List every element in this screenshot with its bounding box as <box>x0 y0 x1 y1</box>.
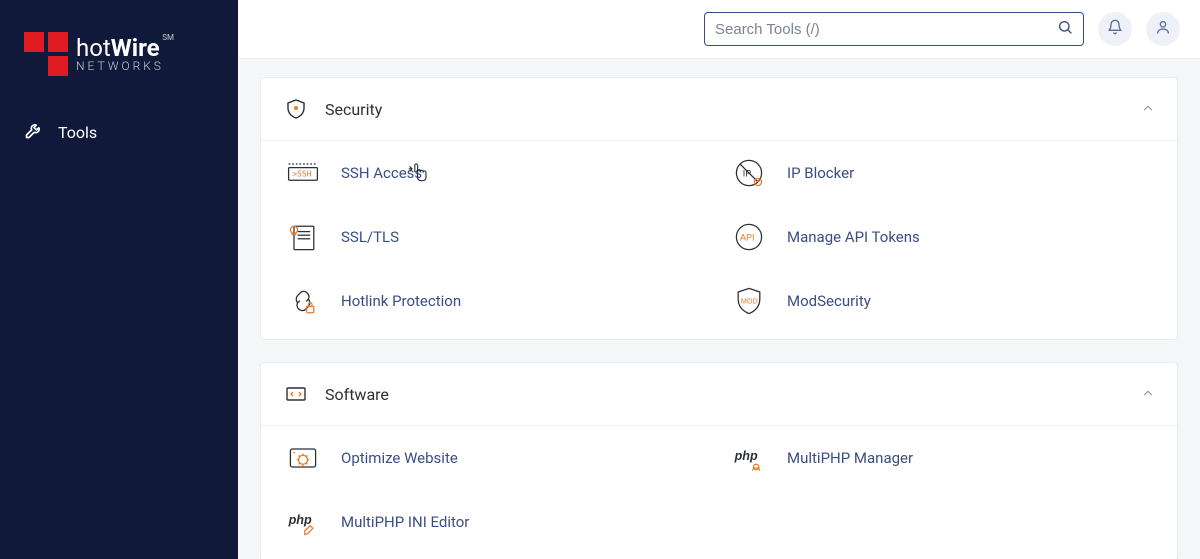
tool-optimize-website[interactable]: Optimize Website <box>283 438 709 478</box>
tool-label: Hotlink Protection <box>341 292 461 310</box>
svg-text:php: php <box>288 513 312 527</box>
brand-subtitle: NETWORKS <box>76 60 164 72</box>
chevron-up-icon[interactable] <box>1141 385 1155 404</box>
account-button[interactable] <box>1146 12 1180 46</box>
ssh-terminal-icon: >SSH <box>283 153 323 193</box>
svg-text:IP: IP <box>743 169 752 179</box>
tool-label: SSH Access <box>341 164 422 182</box>
content-area: Security >SSH SSH Access I <box>238 59 1200 559</box>
tool-label: Manage API Tokens <box>787 228 920 246</box>
php-manager-icon: php <box>729 438 769 478</box>
tool-ssh-access[interactable]: >SSH SSH Access <box>283 153 709 193</box>
tools-icon <box>24 120 44 144</box>
brand-name-second: Wire <box>111 34 160 62</box>
main: Security >SSH SSH Access I <box>238 0 1200 559</box>
tool-ssl-tls[interactable]: SSL/TLS <box>283 217 709 257</box>
modsecurity-shield-icon: MOD <box>729 281 769 321</box>
logo-mark <box>24 32 68 76</box>
api-circle-icon: API <box>729 217 769 257</box>
panel-title: Software <box>325 385 389 404</box>
tool-hotlink-protection[interactable]: Hotlink Protection <box>283 281 709 321</box>
hotlink-chain-icon <box>283 281 323 321</box>
nav-item-tools[interactable]: Tools <box>0 106 238 158</box>
panel-header-security[interactable]: Security <box>261 78 1177 141</box>
panel-body-security: >SSH SSH Access IP IP Blocker <box>261 141 1177 339</box>
svg-text:API: API <box>740 233 755 243</box>
tool-modsecurity[interactable]: MOD ModSecurity <box>729 281 1155 321</box>
tool-ip-blocker[interactable]: IP IP Blocker <box>729 153 1155 193</box>
tool-label: MultiPHP Manager <box>787 449 913 467</box>
bell-icon <box>1107 19 1123 39</box>
ssl-certificate-icon <box>283 217 323 257</box>
panel-security: Security >SSH SSH Access I <box>260 77 1178 340</box>
brand-name-first: hot <box>76 34 111 62</box>
panel-title: Security <box>325 100 382 119</box>
panel-header-software[interactable]: Software <box>261 363 1177 426</box>
svg-text:php: php <box>734 449 758 463</box>
tool-label: SSL/TLS <box>341 228 399 246</box>
panel-software: Software Optimize Website php MultiPHP <box>260 362 1178 559</box>
topbar <box>238 0 1200 59</box>
tool-label: Optimize Website <box>341 449 458 467</box>
tool-label: ModSecurity <box>787 292 871 310</box>
nav-label: Tools <box>58 123 97 142</box>
user-icon <box>1155 19 1171 39</box>
security-shield-icon <box>283 96 309 122</box>
search-box[interactable] <box>704 12 1084 46</box>
tool-label: MultiPHP INI Editor <box>341 513 469 531</box>
optimize-gear-icon <box>283 438 323 478</box>
panel-body-software: Optimize Website php MultiPHP Manager ph… <box>261 426 1177 559</box>
brand-logo: hotWire SM NETWORKS <box>0 20 238 106</box>
ip-blocker-icon: IP <box>729 153 769 193</box>
chevron-up-icon[interactable] <box>1141 100 1155 119</box>
tool-manage-api-tokens[interactable]: API Manage API Tokens <box>729 217 1155 257</box>
php-ini-editor-icon: php <box>283 502 323 542</box>
svg-text:>SSH: >SSH <box>292 169 312 179</box>
search-input[interactable] <box>715 21 1049 38</box>
notifications-button[interactable] <box>1098 12 1132 46</box>
tool-multiphp-manager[interactable]: php MultiPHP Manager <box>729 438 1155 478</box>
sidebar: hotWire SM NETWORKS Tools <box>0 0 238 559</box>
tool-label: IP Blocker <box>787 164 854 182</box>
search-icon[interactable] <box>1057 19 1073 39</box>
software-code-icon <box>283 381 309 407</box>
brand-sm: SM <box>162 34 174 42</box>
tool-multiphp-ini-editor[interactable]: php MultiPHP INI Editor <box>283 502 709 542</box>
svg-text:MOD: MOD <box>741 297 758 306</box>
